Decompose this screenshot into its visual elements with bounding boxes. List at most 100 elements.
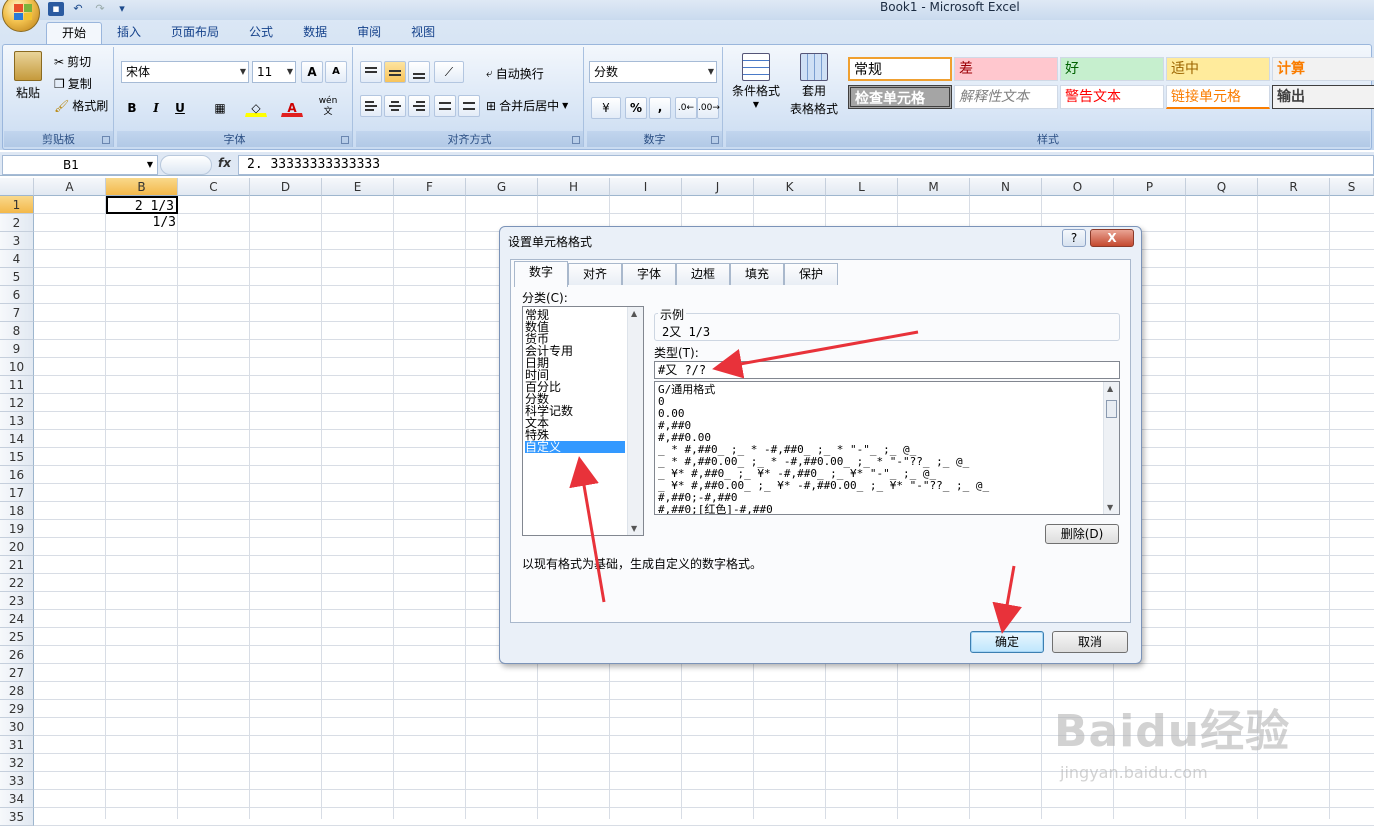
redo-icon[interactable]: ↷ — [92, 2, 108, 16]
column-header[interactable]: R — [1258, 178, 1330, 196]
scroll-up-icon[interactable]: ▲ — [1107, 384, 1113, 393]
style-normal[interactable]: 常规 — [848, 57, 952, 81]
cancel-button[interactable]: 取消 — [1052, 631, 1128, 653]
row-header[interactable]: 12 — [0, 394, 34, 412]
tab-review[interactable]: 审阅 — [342, 20, 396, 42]
row-header[interactable]: 29 — [0, 700, 34, 718]
list-item[interactable]: G/通用格式 — [658, 384, 715, 396]
cut-button[interactable]: ✂ 剪切 — [54, 53, 91, 70]
decrease-decimal-icon[interactable]: .00→ — [697, 97, 720, 119]
percent-button[interactable]: % — [625, 97, 647, 119]
row-header[interactable]: 21 — [0, 556, 34, 574]
active-cell[interactable]: 2 1/3 — [106, 196, 178, 214]
font-name-combo[interactable]: 宋体 ▼ — [121, 61, 249, 83]
row-header[interactable]: 6 — [0, 286, 34, 304]
column-header[interactable]: N — [970, 178, 1042, 196]
column-header[interactable]: A — [34, 178, 106, 196]
comma-button[interactable]: , — [649, 97, 671, 119]
name-box[interactable]: B1 ▼ — [2, 155, 158, 175]
ok-button[interactable]: 确定 — [970, 631, 1044, 653]
formula-bar-splitter[interactable] — [160, 155, 212, 175]
column-header[interactable]: J — [682, 178, 754, 196]
row-header[interactable]: 11 — [0, 376, 34, 394]
wrap-text-button[interactable]: ⤶ 自动换行 — [486, 65, 544, 82]
phonetic-guide-button[interactable]: wén 文 — [313, 95, 343, 117]
close-button[interactable]: X — [1090, 229, 1134, 247]
type-list[interactable]: G/通用格式 0 0.00 #,##0 #,##0.00 _ * #,##0_ … — [654, 381, 1120, 515]
merge-center-button[interactable]: ⊞ 合并后居中 ▼ — [486, 97, 568, 114]
scroll-thumb[interactable] — [1106, 400, 1117, 418]
scroll-down-icon[interactable]: ▼ — [1107, 503, 1113, 512]
row-header[interactable]: 9 — [0, 340, 34, 358]
row-header[interactable]: 28 — [0, 682, 34, 700]
style-output[interactable]: 输出 — [1272, 85, 1374, 109]
style-explanatory[interactable]: 解释性文本 — [954, 85, 1058, 109]
font-size-combo[interactable]: 11 ▼ — [252, 61, 296, 83]
italic-button[interactable]: I — [145, 97, 167, 117]
row-header[interactable]: 16 — [0, 466, 34, 484]
save-icon[interactable]: ▪ — [48, 2, 64, 16]
type-input[interactable]: #又 ?/? — [654, 361, 1120, 379]
align-center-icon[interactable] — [384, 95, 406, 117]
category-scrollbar[interactable]: ▲ ▼ — [627, 307, 643, 535]
row-header[interactable]: 7 — [0, 304, 34, 322]
select-all-corner[interactable] — [0, 178, 34, 196]
tab-fill[interactable]: 填充 — [730, 263, 784, 285]
decrease-indent-icon[interactable] — [434, 95, 456, 117]
row-header[interactable]: 17 — [0, 484, 34, 502]
column-header[interactable]: L — [826, 178, 898, 196]
row-header[interactable]: 10 — [0, 358, 34, 376]
row-header[interactable]: 14 — [0, 430, 34, 448]
increase-indent-icon[interactable] — [458, 95, 480, 117]
row-header[interactable]: 2 — [0, 214, 34, 232]
cell[interactable]: 1/3 — [106, 214, 178, 232]
tab-data[interactable]: 数据 — [288, 20, 342, 42]
format-painter-button[interactable]: 🖌 格式刷 — [54, 97, 108, 114]
row-header[interactable]: 15 — [0, 448, 34, 466]
row-header[interactable]: 1 — [0, 196, 34, 214]
style-check-cell[interactable]: 检查单元格 — [848, 85, 952, 109]
paste-button[interactable]: 粘贴 — [10, 51, 46, 101]
scroll-up-icon[interactable]: ▲ — [631, 309, 637, 318]
help-button[interactable]: ? — [1062, 229, 1086, 247]
orientation-icon[interactable]: ⟋ — [434, 61, 464, 83]
tab-number[interactable]: 数字 — [514, 261, 568, 287]
row-header[interactable]: 4 — [0, 250, 34, 268]
row-header[interactable]: 31 — [0, 736, 34, 754]
tab-insert[interactable]: 插入 — [102, 20, 156, 42]
tab-formulas[interactable]: 公式 — [234, 20, 288, 42]
row-header[interactable]: 33 — [0, 772, 34, 790]
undo-icon[interactable]: ↶ — [70, 2, 86, 16]
format-as-table-button[interactable]: 套用 表格格式 — [784, 53, 844, 117]
row-header[interactable]: 34 — [0, 790, 34, 808]
row-header[interactable]: 32 — [0, 754, 34, 772]
row-header[interactable]: 19 — [0, 520, 34, 538]
borders-icon[interactable]: ▦ — [209, 97, 231, 117]
align-left-icon[interactable] — [360, 95, 382, 117]
column-header[interactable]: P — [1114, 178, 1186, 196]
row-header[interactable]: 25 — [0, 628, 34, 646]
font-color-button[interactable]: A — [281, 97, 303, 117]
row-header[interactable]: 24 — [0, 610, 34, 628]
column-header[interactable]: S — [1330, 178, 1374, 196]
column-header[interactable]: M — [898, 178, 970, 196]
row-header[interactable]: 13 — [0, 412, 34, 430]
column-header[interactable]: H — [538, 178, 610, 196]
align-middle-icon[interactable] — [384, 61, 406, 83]
tab-view[interactable]: 视图 — [396, 20, 450, 42]
list-item-selected[interactable]: 自定义 — [525, 441, 625, 453]
tab-home[interactable]: 开始 — [46, 22, 103, 44]
row-header[interactable]: 18 — [0, 502, 34, 520]
category-list[interactable]: 常规 数值 货币 会计专用 日期 时间 百分比 分数 科学记数 文本 特殊 自定… — [522, 306, 644, 536]
column-header[interactable]: K — [754, 178, 826, 196]
column-header[interactable]: D — [250, 178, 322, 196]
style-bad[interactable]: 差 — [954, 57, 1058, 81]
row-header[interactable]: 22 — [0, 574, 34, 592]
row-header[interactable]: 3 — [0, 232, 34, 250]
currency-icon[interactable]: ¥ — [591, 97, 621, 119]
formula-input[interactable]: 2. 33333333333333 — [238, 155, 1374, 175]
row-header[interactable]: 5 — [0, 268, 34, 286]
scroll-down-icon[interactable]: ▼ — [631, 524, 637, 533]
align-top-icon[interactable] — [360, 61, 382, 83]
underline-button[interactable]: U — [169, 97, 191, 117]
